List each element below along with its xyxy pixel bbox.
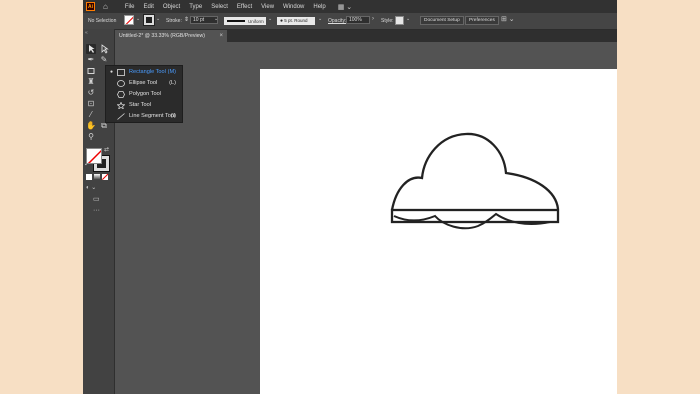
- style-dropdown-icon[interactable]: ⌄: [406, 16, 410, 22]
- selection-tool-icon[interactable]: [86, 44, 96, 54]
- close-icon[interactable]: ×: [219, 30, 223, 42]
- ellipse-icon: [117, 80, 125, 87]
- menu-file[interactable]: File: [125, 4, 135, 10]
- menu-object[interactable]: Object: [163, 4, 180, 10]
- profile-label: Uniform: [248, 18, 264, 24]
- flyout-label: Line Segment Tool: [129, 113, 176, 119]
- menu-window[interactable]: Window: [283, 4, 304, 10]
- variable-width-profile[interactable]: Uniform: [224, 17, 266, 25]
- menu-help[interactable]: Help: [313, 4, 325, 10]
- flyout-item-star[interactable]: Star Tool: [106, 100, 182, 111]
- opacity-arrow-icon[interactable]: ›: [372, 16, 374, 22]
- menu-type[interactable]: Type: [189, 4, 202, 10]
- style-label: Style:: [381, 18, 394, 24]
- flyout-item-polygon[interactable]: Polygon Tool: [106, 89, 182, 100]
- document-tab-bar: Untitled-2* @ 33.33% (RGB/Preview) ×: [115, 30, 617, 42]
- color-mode-row: [86, 174, 108, 180]
- stroke-stepper-icon[interactable]: ⇕: [184, 16, 189, 23]
- flyout-item-ellipse[interactable]: Ellipse Tool (L): [106, 78, 182, 89]
- canvas-area[interactable]: [115, 42, 617, 394]
- fill-dropdown-icon[interactable]: ⌄: [136, 16, 140, 22]
- star-icon: [117, 102, 125, 109]
- opacity-label[interactable]: Opacity:: [328, 18, 346, 24]
- document-tab[interactable]: Untitled-2* @ 33.33% (RGB/Preview) ×: [115, 30, 227, 42]
- stroke-dropdown-icon[interactable]: ⌄: [156, 16, 160, 22]
- gradient-mode-icon[interactable]: [94, 174, 100, 180]
- app-logo: Ai: [86, 2, 95, 11]
- flyout-label: Rectangle Tool: [129, 69, 166, 75]
- flyout-shortcut: (\): [170, 113, 176, 119]
- profile-line-icon: [227, 20, 245, 22]
- more-tools-icon[interactable]: ···: [93, 207, 100, 214]
- screen-mode-icon[interactable]: ▭: [93, 195, 100, 203]
- fill-color-icon[interactable]: [86, 148, 102, 164]
- cloud-outline: [390, 132, 560, 211]
- hand-tool-icon[interactable]: ✋: [86, 121, 96, 131]
- stroke-label: Stroke:: [166, 18, 182, 24]
- cloud-artwork[interactable]: [260, 69, 617, 394]
- flyout-label: Polygon Tool: [129, 91, 161, 97]
- pen-tool-icon[interactable]: ✒: [86, 55, 96, 65]
- rectangle-icon: [117, 69, 125, 76]
- swap-colors-icon[interactable]: ⇄: [104, 146, 109, 153]
- opacity-field[interactable]: 100%: [346, 16, 370, 24]
- polygon-icon: [117, 91, 125, 98]
- line-segment-icon: [117, 113, 125, 120]
- fill-swatch[interactable]: [124, 15, 134, 25]
- flyout-shortcut: (L): [169, 80, 176, 86]
- drawing-modes-icon[interactable]: ◐ ⌄: [86, 184, 96, 191]
- flyout-item-line-segment[interactable]: Line Segment Tool (\): [106, 111, 182, 122]
- selection-status: No Selection: [88, 18, 117, 24]
- flyout-label: Star Tool: [129, 102, 151, 108]
- profile-dropdown-icon[interactable]: ⌄: [268, 16, 272, 22]
- flyout-item-rectangle[interactable]: ● Rectangle Tool (M): [106, 67, 182, 78]
- document-setup-button[interactable]: Document Setup: [420, 16, 464, 25]
- menu-select[interactable]: Select: [211, 4, 228, 10]
- flyout-label: Ellipse Tool: [129, 80, 158, 86]
- brush-definition[interactable]: ● 5 pt. Round: [277, 17, 315, 25]
- brush-label: 5 pt. Round: [284, 18, 308, 23]
- none-mode-icon[interactable]: [102, 174, 108, 180]
- menu-view[interactable]: View: [261, 4, 274, 10]
- brush-dropdown-icon[interactable]: ⌄: [318, 16, 322, 22]
- workspace-grid-icon[interactable]: ▦ ⌄: [338, 3, 352, 11]
- shape-tools-flyout: ● Rectangle Tool (M) Ellipse Tool (L) Po…: [105, 65, 183, 123]
- free-transform-tool-icon[interactable]: ⊡: [86, 99, 96, 109]
- rectangle-tool-icon[interactable]: [86, 66, 96, 76]
- stroke-weight-dropdown-icon[interactable]: ⌄: [214, 16, 218, 22]
- illustrator-window: Ai ⌂ File Edit Object Type Select Effect…: [83, 0, 617, 394]
- flyout-shortcut: (M): [167, 69, 176, 75]
- collapse-panel-icon[interactable]: «: [85, 30, 88, 36]
- document-tab-title: Untitled-2* @ 33.33% (RGB/Preview): [119, 33, 205, 39]
- shaper-tool-icon[interactable]: ♜: [86, 77, 96, 87]
- color-mode-icon[interactable]: [86, 174, 92, 180]
- selected-bullet-icon: ●: [110, 69, 114, 75]
- eyedropper-tool-icon[interactable]: ⁄: [86, 110, 96, 120]
- menu-effect[interactable]: Effect: [237, 4, 252, 10]
- preferences-button[interactable]: Preferences: [465, 16, 499, 25]
- stroke-swatch[interactable]: [143, 14, 155, 26]
- brush-dot-icon: ●: [280, 18, 284, 24]
- home-icon[interactable]: ⌂: [103, 2, 108, 11]
- control-bar: No Selection ⌄ ⌄ Stroke: ⇕ 10 pt ⌄ Unifo…: [83, 13, 617, 30]
- menu-edit[interactable]: Edit: [144, 4, 154, 10]
- arrange-documents-icon[interactable]: ⊞ ⌄: [501, 15, 515, 23]
- curvature-tool-icon[interactable]: ✎: [99, 55, 109, 65]
- direct-selection-tool-icon[interactable]: [99, 44, 109, 54]
- graphic-style-swatch[interactable]: [395, 16, 404, 25]
- zoom-tool-icon[interactable]: ⚲: [86, 132, 96, 142]
- menu-bar: Ai ⌂ File Edit Object Type Select Effect…: [83, 0, 617, 13]
- artboard[interactable]: [260, 69, 617, 394]
- rotate-tool-icon[interactable]: ↺: [86, 88, 96, 98]
